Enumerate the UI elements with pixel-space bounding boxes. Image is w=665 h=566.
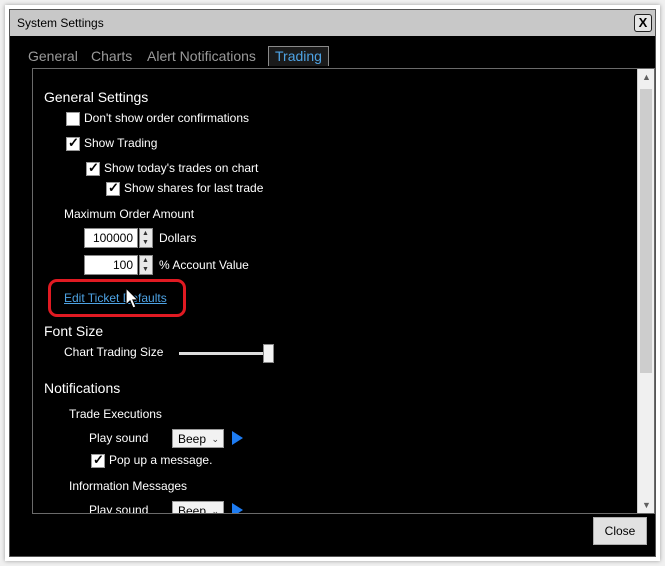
show-shares-label: Show shares for last trade [124, 181, 264, 195]
percent-label: % Account Value [159, 258, 249, 272]
dont-show-confirmations-checkbox[interactable] [66, 112, 80, 126]
chevron-down-icon: ▼ [142, 239, 149, 246]
scroll-up-icon[interactable]: ▲ [638, 69, 654, 85]
show-todays-trades-checkbox[interactable]: ✓ [86, 160, 100, 176]
mouse-cursor-icon [125, 287, 140, 309]
close-icon: X [638, 15, 648, 30]
chevron-up-icon: ▲ [142, 257, 149, 264]
notifications-heading: Notifications [44, 380, 121, 396]
settings-dialog: System Settings X General Charts Alert N… [9, 9, 656, 557]
chevron-down-icon: ⌄ [211, 506, 219, 514]
title-bar: System Settings X [10, 10, 655, 36]
chevron-down-icon: ▼ [142, 266, 149, 273]
tab-charts[interactable]: Charts [91, 48, 132, 64]
check-icon: ✓ [88, 160, 99, 175]
percent-input[interactable]: 100 [84, 255, 138, 275]
chevron-up-icon: ▲ [142, 230, 149, 237]
chart-trading-size-label: Chart Trading Size [64, 345, 164, 359]
dollars-label: Dollars [159, 231, 197, 245]
close-button[interactable]: Close [593, 517, 647, 545]
dollars-stepper[interactable]: ▲ ▼ [139, 228, 153, 248]
information-messages-label: Information Messages [69, 479, 188, 493]
popup-message-checkbox[interactable]: ✓ [91, 452, 105, 468]
chevron-down-icon: ⌄ [211, 434, 219, 444]
check-icon: ✓ [108, 180, 119, 195]
tab-alert-notifications[interactable]: Alert Notifications [147, 48, 256, 64]
trade-executions-label: Trade Executions [69, 407, 162, 421]
max-order-amount-label: Maximum Order Amount [64, 207, 195, 221]
edit-ticket-defaults-link[interactable]: Edit Ticket Defaults [64, 291, 167, 305]
close-window-button[interactable]: X [634, 14, 652, 32]
check-icon: ✓ [93, 452, 104, 467]
info-play-sound-label: Play sound [89, 503, 149, 514]
font-size-heading: Font Size [44, 323, 104, 339]
play-icon[interactable] [232, 431, 243, 445]
show-trading-label: Show Trading [84, 136, 158, 150]
vertical-scrollbar[interactable]: ▲ ▼ [637, 69, 654, 513]
dont-show-confirmations-label: Don't show order confirmations [84, 111, 250, 125]
trade-play-sound-label: Play sound [89, 431, 149, 445]
show-todays-trades-label: Show today's trades on chart [104, 161, 259, 175]
trade-sound-value: Beep [178, 432, 207, 446]
percent-stepper[interactable]: ▲ ▼ [139, 255, 153, 275]
dollars-input[interactable]: 100000 [84, 228, 138, 248]
show-shares-checkbox[interactable]: ✓ [106, 180, 120, 196]
tab-general[interactable]: General [28, 48, 78, 64]
scrollbar-thumb[interactable] [640, 89, 652, 373]
popup-message-label: Pop up a message. [109, 453, 213, 467]
info-sound-select[interactable]: Beep ⌄ [172, 501, 224, 514]
show-trading-checkbox[interactable]: ✓ [66, 135, 80, 151]
check-icon: ✓ [68, 135, 79, 150]
window-title: System Settings [17, 16, 104, 30]
trade-sound-select[interactable]: Beep ⌄ [172, 429, 224, 448]
font-size-slider[interactable] [179, 352, 269, 355]
general-settings-heading: General Settings [44, 89, 149, 105]
font-size-slider-thumb[interactable] [263, 344, 274, 363]
scroll-down-icon[interactable]: ▼ [638, 497, 654, 513]
play-icon[interactable] [232, 503, 243, 513]
info-sound-value: Beep [178, 504, 207, 514]
tab-trading[interactable]: Trading [268, 46, 329, 66]
